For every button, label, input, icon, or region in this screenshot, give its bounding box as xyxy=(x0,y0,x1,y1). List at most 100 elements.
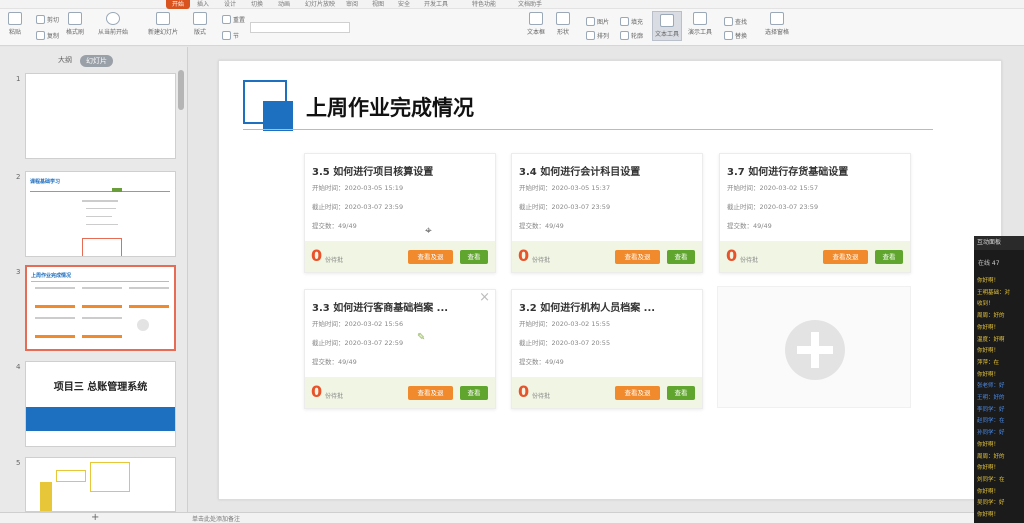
chat-message: 你好啊！ xyxy=(977,324,1000,331)
review-return-button[interactable]: 查看及退 xyxy=(823,250,868,264)
play-from-current-button[interactable]: 从当前开始 xyxy=(98,12,128,36)
picture-button[interactable]: 图片 xyxy=(586,17,609,26)
chat-message: 温度：好啊 xyxy=(977,336,1005,343)
textbox-button[interactable]: 文本框 xyxy=(527,12,545,36)
tab-design[interactable]: 设计 xyxy=(224,0,236,9)
view-button[interactable]: 查看 xyxy=(667,250,695,264)
review-return-button[interactable]: 查看及退 xyxy=(615,386,660,400)
tab-features[interactable]: 特色功能 xyxy=(472,0,496,9)
plus-icon[interactable] xyxy=(785,320,845,380)
font-name-input[interactable] xyxy=(250,22,350,33)
chat-message: 你好啊！ xyxy=(977,371,1000,378)
tab-doc-assistant[interactable]: 文档助手 xyxy=(518,0,542,9)
tab-slideshow[interactable]: 幻灯片放映 xyxy=(305,0,335,9)
slide-number: 2 xyxy=(16,173,21,181)
notes-placeholder[interactable]: 单击此处添加备注 xyxy=(192,514,240,523)
submitted-count: 提交数：49/49 xyxy=(727,222,772,230)
tab-security[interactable]: 安全 xyxy=(398,0,410,9)
copy-button[interactable]: 复制 xyxy=(36,31,59,40)
reset-button[interactable]: 重置 xyxy=(222,15,245,24)
text-tool-button[interactable]: 文本工具 xyxy=(652,11,683,41)
tab-outline[interactable]: 大纲 xyxy=(58,55,72,67)
copy-icon xyxy=(36,31,45,40)
end-time: 截止时间：2020-03-07 23:59 xyxy=(519,203,611,211)
slide-thumbnail-5[interactable] xyxy=(25,457,176,512)
arrange-button[interactable]: 排列 xyxy=(586,31,609,40)
homework-card[interactable]: 3.2 如何进行机构人员档案 ... 开始时间：2020-03-02 15:55… xyxy=(511,289,703,409)
slide-canvas[interactable]: 上周作业完成情况 3.5 如何进行项目核算设置 开始时间：2020-03-05 … xyxy=(218,60,1002,500)
format-painter-button[interactable]: 格式刷 xyxy=(66,12,84,36)
start-time: 开始时间：2020-03-05 15:37 xyxy=(519,184,611,192)
text-tool-icon xyxy=(660,14,674,27)
title-divider xyxy=(243,129,933,130)
view-button[interactable]: 查看 xyxy=(875,250,903,264)
homework-card[interactable]: × 3.3 如何进行客商基础档案 ... 开始时间：2020-03-02 15:… xyxy=(304,289,496,409)
add-homework-card[interactable] xyxy=(717,286,911,408)
chat-message: 赵同学：在 xyxy=(977,418,1005,425)
slide-thumbnail-2[interactable]: 课程基础学习 xyxy=(25,171,176,257)
homework-card[interactable]: 3.7 如何进行存货基础设置 开始时间：2020-03-02 15:57 截止时… xyxy=(719,153,911,273)
ribbon-toolbar: 粘贴 剪切 复制 格式刷 从当前开始 新建幻灯片 版式 重置 节 文本框 形状 … xyxy=(0,9,1024,46)
slide-thumbnail-panel: 大纲 幻灯片 1 2 课程基础学习 3 上周作业完成情况 4 项目三 总账管理系… xyxy=(0,47,188,512)
tab-transition[interactable]: 切换 xyxy=(251,0,263,9)
tab-slides[interactable]: 幻灯片 xyxy=(80,55,113,67)
tab-review[interactable]: 审阅 xyxy=(346,0,358,9)
tab-view[interactable]: 视图 xyxy=(372,0,384,9)
review-return-button[interactable]: 查看及退 xyxy=(408,386,453,400)
pending-label: 份待批 xyxy=(325,393,344,400)
tab-insert[interactable]: 插入 xyxy=(197,0,209,9)
close-icon[interactable]: × xyxy=(479,290,490,305)
new-slide-button[interactable]: 新建幻灯片 xyxy=(148,12,178,36)
slide-title[interactable]: 上周作业完成情况 xyxy=(306,92,474,122)
end-time: 截止时间：2020-03-07 23:59 xyxy=(727,203,819,211)
pending-count: 0 xyxy=(726,246,738,265)
section-icon xyxy=(222,31,231,40)
presentation-tool-button[interactable]: 演示工具 xyxy=(688,12,712,36)
pending-label: 份待批 xyxy=(532,393,551,400)
layout-button[interactable]: 版式 xyxy=(193,12,207,36)
play-icon xyxy=(106,12,120,25)
homework-title: 3.7 如何进行存货基础设置 xyxy=(727,167,849,178)
view-button[interactable]: 查看 xyxy=(667,386,695,400)
thumbnail-scrollbar[interactable] xyxy=(178,70,184,110)
view-button[interactable]: 查看 xyxy=(460,386,488,400)
textbox-icon xyxy=(529,12,543,25)
chat-message: 你好啊！ xyxy=(977,512,1000,518)
fill-button[interactable]: 填充 xyxy=(620,17,643,26)
chat-message: 吴同学：好 xyxy=(977,500,1005,507)
slide-thumbnail-1[interactable] xyxy=(25,73,176,159)
picture-icon xyxy=(586,17,595,26)
tab-dev-tools[interactable]: 开发工具 xyxy=(424,0,448,9)
add-slide-button[interactable]: + xyxy=(91,512,99,523)
chat-message: 李同学：好 xyxy=(977,406,1005,413)
online-count: 在线 47 xyxy=(978,260,1000,267)
card-footer: 0 份待批 查看及退 查看 xyxy=(720,241,910,272)
review-return-button[interactable]: 查看及退 xyxy=(408,250,453,264)
find-button[interactable]: 查找 xyxy=(724,17,747,26)
outline-button[interactable]: 轮廓 xyxy=(620,31,643,40)
submitted-count: 提交数：49/49 xyxy=(312,222,357,230)
pending-count: 0 xyxy=(518,246,530,265)
select-pane-icon xyxy=(770,12,784,25)
section-button[interactable]: 节 xyxy=(222,31,239,40)
paste-button[interactable]: 粘贴 xyxy=(8,12,22,36)
chat-message: 王明基础：对 xyxy=(977,289,1011,296)
fill-icon xyxy=(620,17,629,26)
submitted-count: 提交数：49/49 xyxy=(519,358,564,366)
cut-button[interactable]: 剪切 xyxy=(36,15,59,24)
paste-icon xyxy=(8,12,22,25)
replace-icon xyxy=(724,31,733,40)
tab-home[interactable]: 开始 xyxy=(166,0,191,9)
review-return-button[interactable]: 查看及退 xyxy=(615,250,660,264)
replace-button[interactable]: 替换 xyxy=(724,31,747,40)
homework-card[interactable]: 3.5 如何进行项目核算设置 开始时间：2020-03-05 15:19 截止时… xyxy=(304,153,496,273)
homework-card[interactable]: 3.4 如何进行会计科目设置 开始时间：2020-03-05 15:37 截止时… xyxy=(511,153,703,273)
edit-icon[interactable]: ✎ xyxy=(417,332,425,343)
view-button[interactable]: 查看 xyxy=(460,250,488,264)
tab-animation[interactable]: 动画 xyxy=(278,0,290,9)
select-pane-button[interactable]: 选择窗格 xyxy=(765,12,789,36)
slide-thumbnail-4[interactable]: 项目三 总账管理系统 xyxy=(25,361,176,447)
shape-button[interactable]: 形状 xyxy=(556,12,570,36)
slide-thumbnail-3[interactable]: 上周作业完成情况 xyxy=(25,265,176,351)
brush-icon xyxy=(68,12,82,25)
